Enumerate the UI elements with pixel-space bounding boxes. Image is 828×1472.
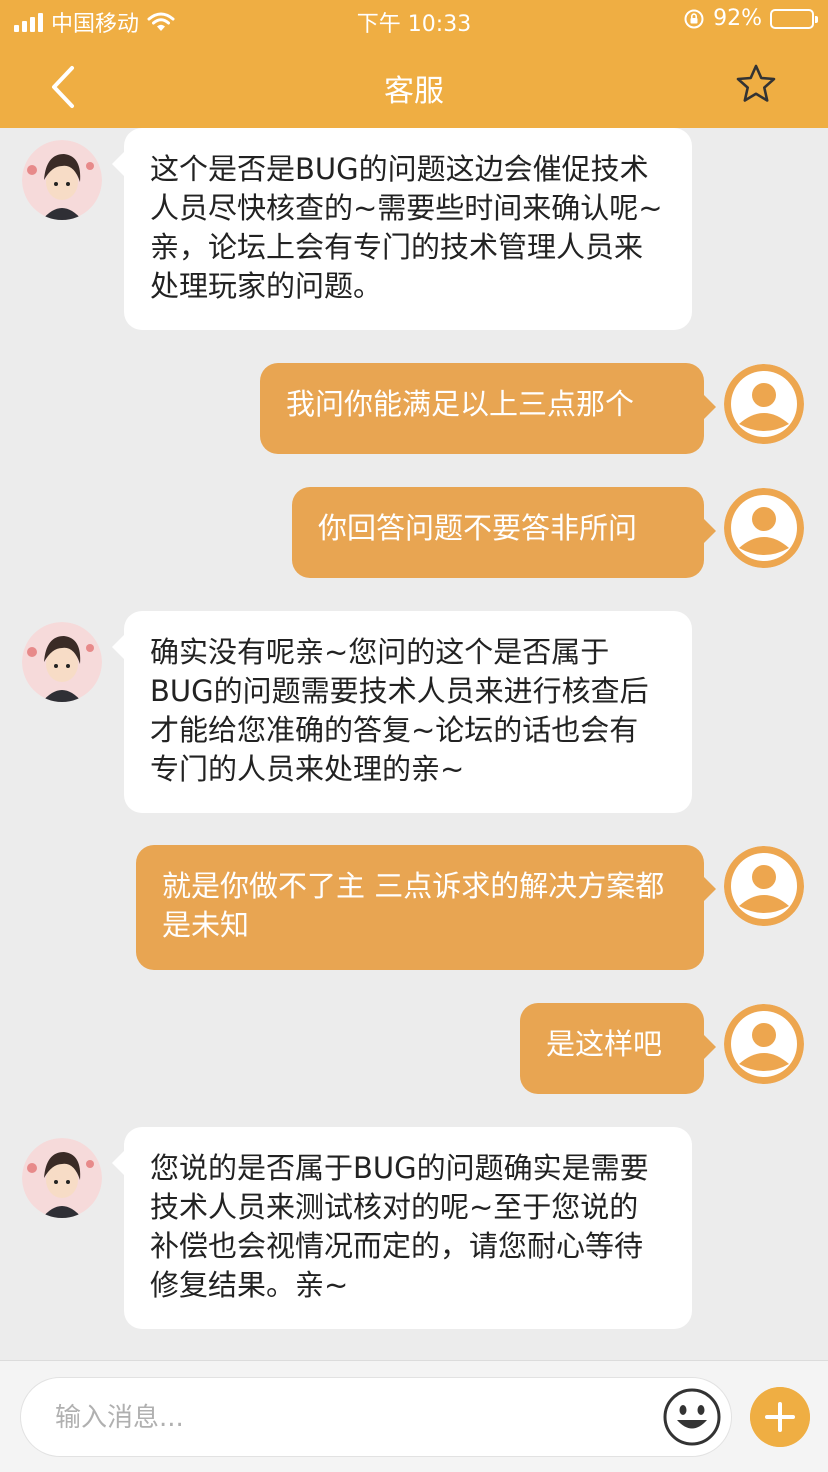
agent-avatar: [22, 1138, 102, 1218]
person-icon: [724, 1004, 804, 1084]
agent-message-bubble[interactable]: 这个是否是BUG的问题这边会催促技术人员尽快核查的~需要些时间来确认呢~亲，论坛…: [112, 128, 692, 330]
plus-icon[interactable]: [750, 1387, 810, 1447]
user-message-bubble[interactable]: 是这样吧: [520, 1003, 716, 1094]
page-title: 客服: [384, 74, 444, 109]
user-message-bubble[interactable]: 你回答问题不要答非所问: [292, 487, 716, 578]
user-avatar: [724, 488, 804, 568]
user-avatar: [724, 1004, 804, 1084]
message-composer: [0, 1360, 828, 1472]
agent-avatar: [22, 140, 102, 220]
smiley-icon[interactable]: [662, 1387, 722, 1447]
person-icon: [724, 364, 804, 444]
person-icon: [724, 488, 804, 568]
favorite-star-button[interactable]: [734, 62, 778, 106]
battery-percent: 92%: [713, 6, 762, 31]
chat-thread[interactable]: 这个是否是BUG的问题这边会催促技术人员尽快核查的~需要些时间来确认呢~亲，论坛…: [0, 128, 828, 1360]
person-icon: [724, 846, 804, 926]
user-message-bubble[interactable]: 我问你能满足以上三点那个: [260, 363, 716, 454]
agent-message-bubble[interactable]: 您说的是否属于BUG的问题确实是需要技术人员来测试核对的呢~至于您说的补偿也会视…: [112, 1127, 692, 1329]
top-bar: 中国移动 下午 10:33 92% 客服: [0, 0, 828, 128]
user-message-bubble[interactable]: 就是你做不了主 三点诉求的解决方案都是未知: [136, 845, 716, 970]
message-input-wrapper[interactable]: [20, 1377, 732, 1457]
orientation-lock-icon: [684, 9, 704, 28]
user-avatar: [724, 846, 804, 926]
agent-message-bubble[interactable]: 确实没有呢亲~您问的这个是否属于BUG的问题需要技术人员来进行核查后才能给您准确…: [112, 611, 692, 813]
status-bar: 中国移动 下午 10:33 92%: [0, 0, 828, 42]
agent-avatar: [22, 622, 102, 702]
user-avatar: [724, 364, 804, 444]
battery-icon: [770, 8, 818, 29]
message-input[interactable]: [55, 1396, 635, 1440]
